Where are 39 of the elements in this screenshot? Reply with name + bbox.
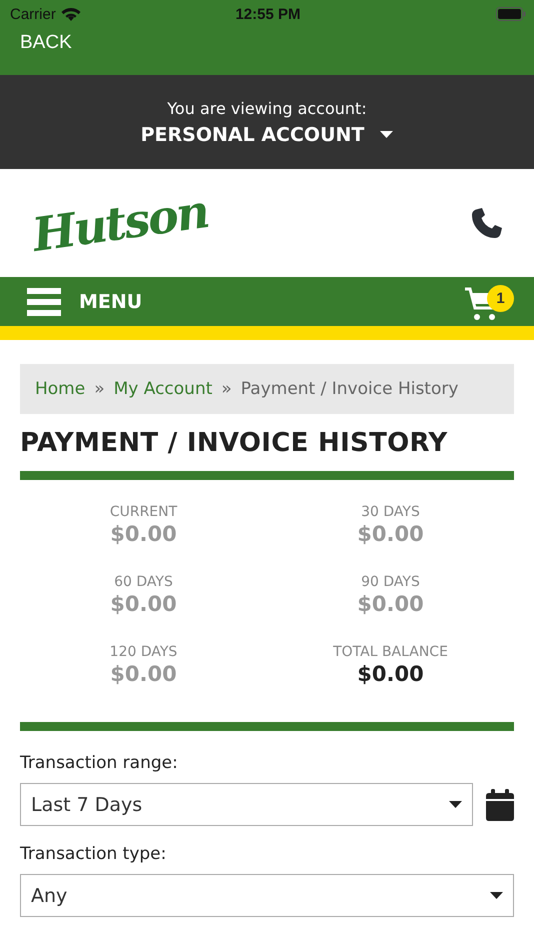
- caret-icon: [380, 131, 394, 138]
- brand-logo[interactable]: Hutson: [19, 182, 221, 264]
- balance-label: 60 DAYS: [114, 574, 173, 590]
- caret-icon: [490, 892, 503, 899]
- breadcrumb-current: Payment / Invoice History: [240, 379, 458, 399]
- breadcrumb-link[interactable]: My Account: [114, 379, 212, 399]
- field-label: Transaction type:: [20, 844, 168, 864]
- field-label: Transaction range:: [20, 753, 179, 773]
- carrier-label: Carrier: [10, 6, 56, 22]
- account-dropdown[interactable]: PERSONAL ACCOUNT: [140, 124, 394, 146]
- calendar-icon[interactable]: [486, 788, 514, 820]
- balance-amount: $0.00: [110, 522, 177, 546]
- balance-amount: $0.00: [357, 592, 424, 616]
- cart-count-badge: 1: [487, 284, 514, 312]
- account-prompt: You are viewing account:: [167, 98, 367, 118]
- page-title: PAYMENT / INVOICE HISTORY: [20, 428, 449, 458]
- clock-time: 12:55 PM: [235, 6, 301, 22]
- balance-amount: $0.00: [110, 592, 177, 616]
- battery-icon: [496, 7, 526, 21]
- menu-button[interactable]: MENU: [27, 288, 142, 316]
- back-button[interactable]: BACK: [0, 28, 92, 58]
- breadcrumb-link[interactable]: Home: [35, 379, 86, 399]
- balance-amount: $0.00: [110, 662, 177, 686]
- breadcrumb-separator: »: [221, 379, 232, 399]
- phone-icon[interactable]: [471, 208, 502, 238]
- balance-amount: $0.00: [357, 662, 424, 686]
- menu-icon: [27, 288, 61, 316]
- wifi-icon: [60, 6, 81, 22]
- balance-amount: $0.00: [357, 522, 424, 546]
- balance-label: 120 DAYS: [110, 644, 178, 660]
- balance-label: 30 DAYS: [361, 504, 420, 520]
- balance-label: 90 DAYS: [361, 574, 420, 590]
- balance-label: CURRENT: [110, 504, 178, 520]
- cart-button[interactable]: 1: [464, 282, 514, 322]
- caret-icon: [449, 801, 462, 808]
- balance-label: TOTAL BALANCE: [333, 644, 448, 660]
- breadcrumb-separator: »: [94, 379, 105, 399]
- select-field[interactable]: Last 7 Days: [20, 783, 473, 826]
- select-field[interactable]: Any: [20, 874, 514, 917]
